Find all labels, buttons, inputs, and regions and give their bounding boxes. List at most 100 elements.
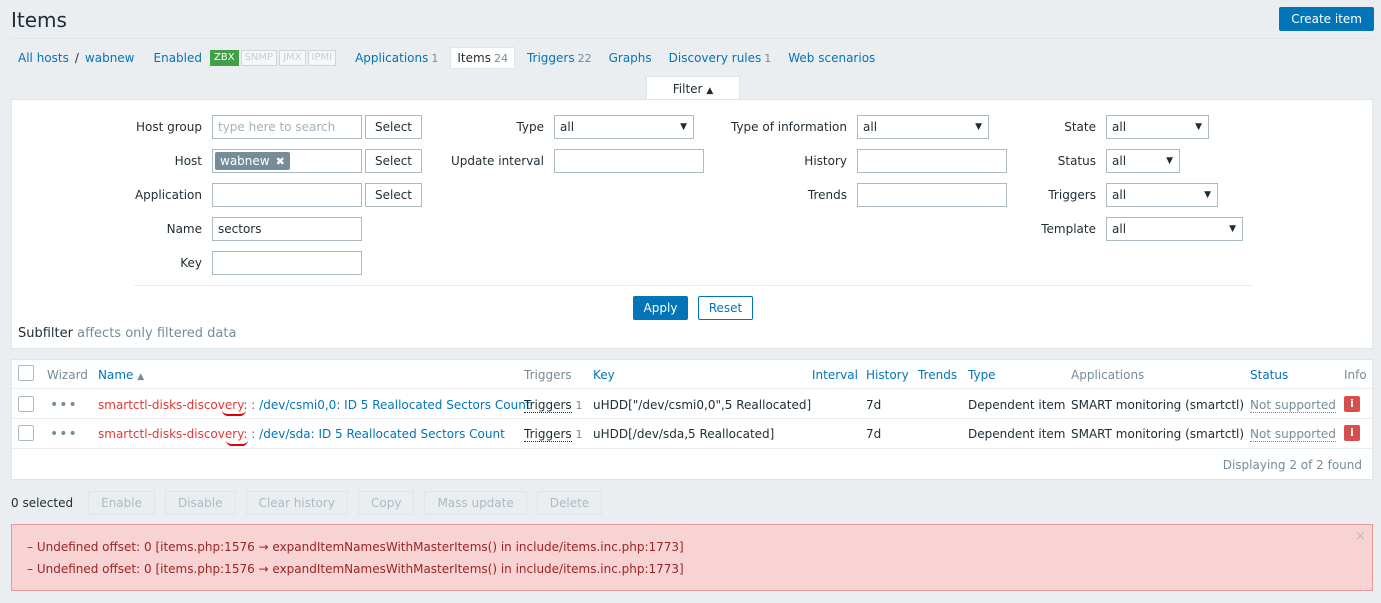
ipmi-availability-badge: IPMI xyxy=(307,50,337,66)
item-name-link[interactable]: /dev/sda: ID 5 Reallocated Sectors Count xyxy=(259,427,505,441)
remove-chip-icon[interactable]: ✖ xyxy=(276,155,285,168)
column-type-label[interactable]: Type xyxy=(968,368,996,382)
item-triggers-cell: Triggers 1 xyxy=(524,426,582,443)
column-trends[interactable]: Trends xyxy=(918,367,957,383)
item-type: Dependent item xyxy=(968,398,1066,412)
column-history-label[interactable]: History xyxy=(866,368,909,382)
triggers-label: Triggers xyxy=(1048,188,1096,202)
create-item-button[interactable]: Create item xyxy=(1279,7,1374,31)
host-link[interactable]: wabnew xyxy=(85,51,135,65)
item-actions-menu[interactable]: ••• xyxy=(50,397,78,413)
tab-discovery-rules[interactable]: Discovery rules 1 xyxy=(669,51,772,65)
tab-items[interactable]: Items 24 xyxy=(450,47,515,69)
snmp-availability-badge: SNMP xyxy=(240,50,278,66)
disable-button[interactable]: Disable xyxy=(164,491,236,515)
update-interval-input[interactable] xyxy=(554,149,704,173)
template-select[interactable]: all ▼ xyxy=(1106,217,1243,241)
clear-history-button[interactable]: Clear history xyxy=(245,491,348,515)
trends-label: Trends xyxy=(807,188,847,202)
triggers-link[interactable]: Triggers xyxy=(524,427,572,442)
item-status[interactable]: Not supported xyxy=(1250,397,1336,413)
host-group-input[interactable]: type here to search xyxy=(212,115,362,139)
triggers-count: 1 xyxy=(575,399,583,412)
error-line: – Undefined offset: 0 [items.php:1576 → … xyxy=(27,562,684,576)
row-checkbox[interactable] xyxy=(18,425,34,441)
host-chip: wabnew ✖ xyxy=(215,152,290,170)
column-interval[interactable]: Interval xyxy=(812,367,858,383)
tab-triggers[interactable]: Triggers 22 xyxy=(527,51,592,65)
item-key: uHDD[/dev/sda,5 Reallocated] xyxy=(593,427,775,441)
copy-button[interactable]: Copy xyxy=(357,491,415,515)
enable-button[interactable]: Enable xyxy=(88,491,155,515)
column-key[interactable]: Key xyxy=(593,367,615,383)
column-status-label[interactable]: Status xyxy=(1250,368,1288,382)
discovery-rule-link[interactable]: smartctl-disks-discovery xyxy=(98,427,243,441)
column-type[interactable]: Type xyxy=(968,367,996,383)
row-divider xyxy=(12,388,1372,389)
type-select[interactable]: all ▼ xyxy=(554,115,694,139)
selected-count: 0 selected xyxy=(11,496,74,510)
column-key-label[interactable]: Key xyxy=(593,368,615,382)
tab-applications[interactable]: Applications 1 xyxy=(355,51,438,65)
item-status-link[interactable]: Not supported xyxy=(1250,427,1336,442)
column-status[interactable]: Status xyxy=(1250,367,1288,383)
item-actions-menu[interactable]: ••• xyxy=(50,426,78,442)
template-label: Template xyxy=(1041,222,1096,236)
application-select-button[interactable]: Select xyxy=(365,183,422,207)
state-select[interactable]: all ▼ xyxy=(1106,115,1209,139)
history-input[interactable] xyxy=(857,149,1007,173)
chevron-down-icon: ▼ xyxy=(1204,190,1211,200)
host-group-select-button[interactable]: Select xyxy=(365,115,422,139)
row-checkbox[interactable] xyxy=(18,396,34,412)
item-status-link[interactable]: Not supported xyxy=(1250,398,1336,413)
host-status-toggle[interactable]: Enabled xyxy=(154,51,203,65)
triggers-select-value: all xyxy=(1112,188,1127,202)
trends-input[interactable] xyxy=(857,183,1007,207)
key-input[interactable] xyxy=(212,251,362,275)
all-hosts-link[interactable]: All hosts xyxy=(18,51,69,65)
column-name-label[interactable]: Name xyxy=(98,368,133,382)
tab-graphs[interactable]: Graphs xyxy=(609,51,652,65)
error-info-icon[interactable]: i xyxy=(1344,396,1360,412)
host-chip-label: wabnew xyxy=(220,154,270,168)
item-triggers-cell: Triggers 1 xyxy=(524,397,582,414)
item-name-link[interactable]: /dev/csmi0,0: ID 5 Reallocated Sectors C… xyxy=(259,398,530,412)
name-label: Name xyxy=(166,222,202,236)
host-multiselect[interactable]: wabnew ✖ xyxy=(212,149,362,173)
item-key: uHDD["/dev/csmi0,0",5 Reallocated] xyxy=(593,398,812,412)
column-trends-label[interactable]: Trends xyxy=(918,368,957,382)
error-message-box: – Undefined offset: 0 [items.php:1576 → … xyxy=(11,524,1373,591)
delete-button[interactable]: Delete xyxy=(536,491,603,515)
apply-button[interactable]: Apply xyxy=(633,296,688,320)
bulk-actions-bar: 0 selected Enable Disable Clear history … xyxy=(11,491,612,515)
column-name[interactable]: Name ▲ xyxy=(98,367,144,385)
tab-count: 24 xyxy=(493,52,508,65)
mass-update-button[interactable]: Mass update xyxy=(424,491,527,515)
application-input[interactable] xyxy=(212,183,362,207)
item-applications: SMART monitoring (smartctl) xyxy=(1071,427,1245,441)
type-of-information-select[interactable]: all ▼ xyxy=(857,115,989,139)
item-history: 7d xyxy=(866,398,882,412)
triggers-select[interactable]: all ▼ xyxy=(1106,183,1218,207)
item-applications: SMART monitoring (smartctl) xyxy=(1071,398,1245,412)
type-of-information-label: Type of information xyxy=(730,120,847,134)
item-status[interactable]: Not supported xyxy=(1250,426,1336,442)
row-divider xyxy=(12,448,1372,449)
name-input[interactable]: sectors xyxy=(212,217,362,241)
item-history: 7d xyxy=(866,427,882,441)
tab-web-scenarios[interactable]: Web scenarios xyxy=(788,51,875,65)
triggers-link[interactable]: Triggers xyxy=(524,398,572,413)
host-select-button[interactable]: Select xyxy=(365,149,422,173)
column-interval-label[interactable]: Interval xyxy=(812,368,858,382)
status-select[interactable]: all ▼ xyxy=(1106,149,1180,173)
triggers-count: 1 xyxy=(575,428,583,441)
filter-toggle-tab[interactable]: Filter ▲ xyxy=(646,76,740,100)
column-history[interactable]: History xyxy=(866,367,909,383)
error-info-icon[interactable]: i xyxy=(1344,425,1360,441)
close-icon[interactable]: × xyxy=(1355,529,1366,544)
select-all-checkbox[interactable] xyxy=(18,365,34,381)
reset-button[interactable]: Reset xyxy=(698,296,753,320)
tab-label: Items xyxy=(457,51,491,65)
filter-tab-label: Filter xyxy=(672,82,703,96)
tab-count: 1 xyxy=(431,52,439,65)
